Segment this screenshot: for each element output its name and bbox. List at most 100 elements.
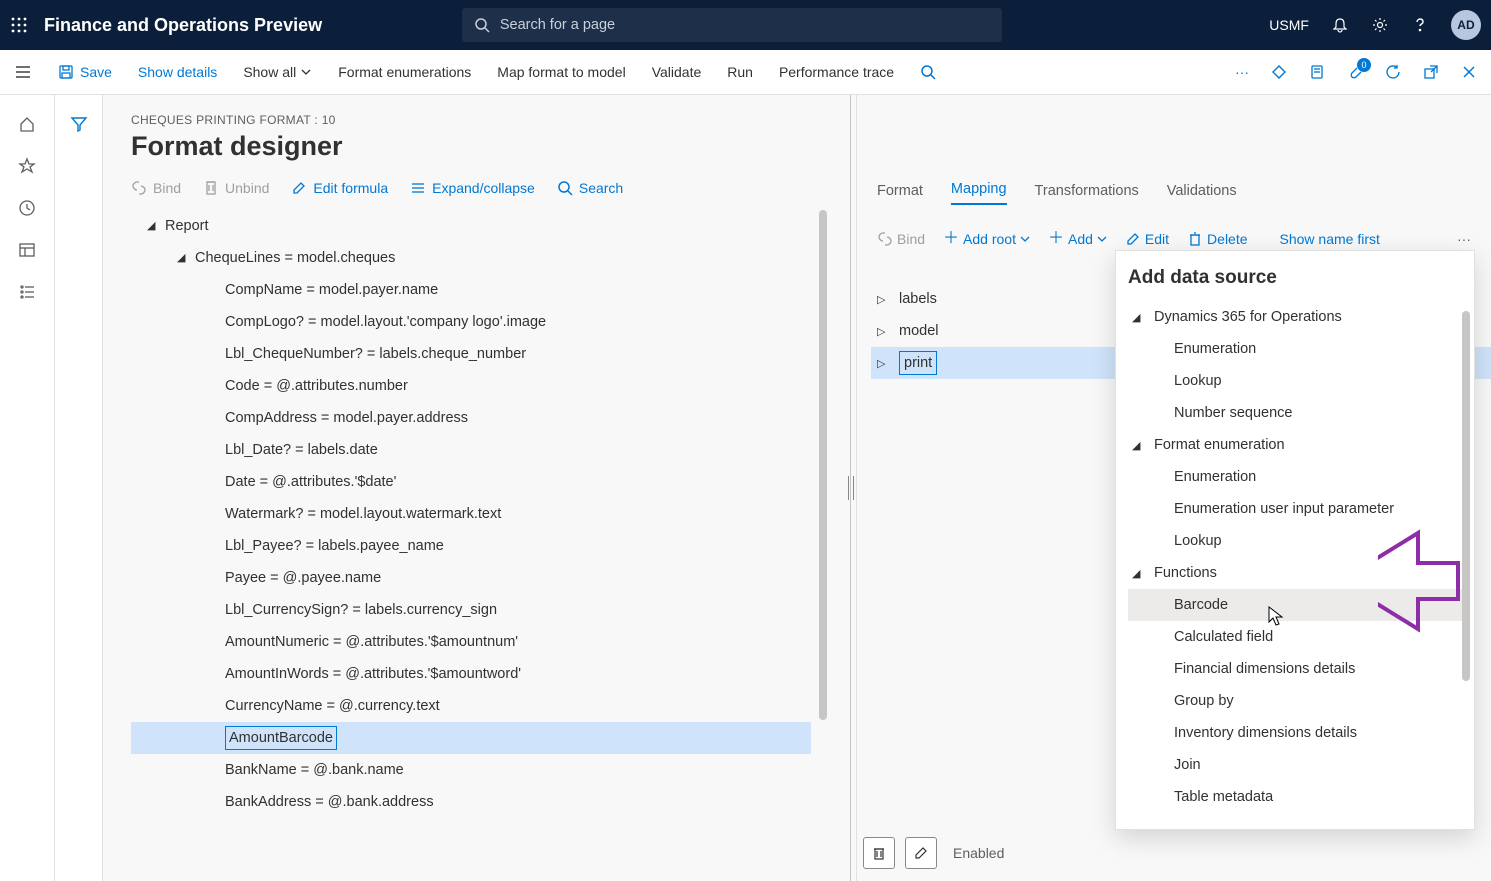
format-enumerations-button[interactable]: Format enumerations [338, 64, 471, 80]
popup-item[interactable]: Number sequence [1128, 397, 1470, 429]
popup-item[interactable]: Enumeration [1128, 333, 1470, 365]
tree-search-button[interactable]: Search [557, 180, 623, 196]
tree-row[interactable]: CompName = model.payer.name [131, 274, 811, 306]
star-icon[interactable] [18, 157, 36, 175]
global-search-input[interactable]: Search for a page [462, 8, 1002, 42]
save-button[interactable]: Save [58, 64, 112, 80]
help-icon[interactable] [1411, 16, 1429, 34]
tree-row[interactable]: Code = @.attributes.number [131, 370, 811, 402]
popup-item[interactable]: Join [1128, 749, 1470, 781]
footer-delete-button[interactable] [863, 837, 895, 869]
tab-mapping[interactable]: Mapping [951, 181, 1007, 205]
tree-row[interactable]: Watermark? = model.layout.watermark.text [131, 498, 811, 530]
attachments-icon[interactable]: 0 [1347, 64, 1363, 80]
clock-icon[interactable] [18, 199, 36, 217]
show-details-button[interactable]: Show details [138, 64, 217, 80]
tree-row[interactable]: Lbl_Date? = labels.date [131, 434, 811, 466]
app-title: Finance and Operations Preview [44, 15, 322, 36]
left-pane: CHEQUES PRINTING FORMAT : 10 Format desi… [103, 95, 845, 881]
hamburger-icon[interactable] [14, 63, 32, 81]
popup-item[interactable]: Inventory dimensions details [1128, 717, 1470, 749]
expander-icon[interactable]: ◢ [1132, 439, 1144, 452]
search-cmd-icon[interactable] [920, 64, 936, 80]
bell-icon[interactable] [1331, 16, 1349, 34]
datasource-label: labels [899, 291, 937, 307]
bind-button[interactable]: Bind [131, 180, 181, 196]
more-icon[interactable]: ··· [1235, 64, 1249, 80]
workspace-icon[interactable] [18, 241, 36, 259]
expander-icon[interactable]: ◢ [1132, 567, 1144, 580]
popup-group-label: Functions [1154, 565, 1217, 581]
run-button[interactable]: Run [727, 64, 753, 80]
list-icon[interactable] [18, 283, 36, 301]
tree-row[interactable]: CompAddress = model.payer.address [131, 402, 811, 434]
tab-format[interactable]: Format [877, 183, 923, 205]
popup-item[interactable]: Enumeration [1128, 461, 1470, 493]
tree-row[interactable]: Lbl_ChequeNumber? = labels.cheque_number [131, 338, 811, 370]
tree-row[interactable]: BankName = @.bank.name [131, 754, 811, 786]
tree-node-label: Lbl_Date? = labels.date [225, 434, 378, 466]
expander-icon[interactable]: ◢ [177, 242, 195, 274]
popup-item[interactable]: Lookup [1128, 365, 1470, 397]
tree-row[interactable]: Lbl_Payee? = labels.payee_name [131, 530, 811, 562]
expander-icon[interactable]: ▷ [877, 325, 889, 338]
edit-formula-button[interactable]: Edit formula [291, 180, 388, 196]
validate-button[interactable]: Validate [652, 64, 702, 80]
filter-icon[interactable] [70, 115, 88, 133]
tree-row[interactable]: ◢Report [131, 210, 811, 242]
expander-icon[interactable]: ▷ [877, 357, 889, 370]
expand-collapse-button[interactable]: Expand/collapse [410, 180, 535, 196]
show-all-dropdown[interactable]: Show all [243, 64, 312, 80]
tree-row[interactable]: Date = @.attributes.'$date' [131, 466, 811, 498]
performance-trace-button[interactable]: Performance trace [779, 64, 894, 80]
popup-group[interactable]: ◢Format enumeration [1128, 429, 1470, 461]
show-name-first-button[interactable]: Show name first [1280, 231, 1380, 247]
add-root-dropdown[interactable]: ＋Add root [943, 231, 1030, 247]
waffle-icon[interactable] [10, 16, 28, 34]
popup-item[interactable]: Table metadata [1128, 781, 1470, 813]
expander-icon[interactable]: ▷ [877, 293, 889, 306]
unbind-button[interactable]: Unbind [203, 180, 269, 196]
tree-row[interactable]: AmountInWords = @.attributes.'$amountwor… [131, 658, 811, 690]
refresh-icon[interactable] [1385, 64, 1401, 80]
vertical-splitter[interactable] [845, 95, 856, 881]
tree-node-label: BankName = @.bank.name [225, 754, 404, 786]
right-pane: Format Mapping Transformations Validatio… [856, 95, 1491, 881]
popup-group-label: Dynamics 365 for Operations [1154, 309, 1342, 325]
avatar[interactable]: AD [1451, 10, 1481, 40]
r-more-icon[interactable]: ··· [1457, 231, 1471, 247]
company-code[interactable]: USMF [1269, 17, 1309, 33]
add-dropdown[interactable]: ＋Add [1048, 231, 1107, 247]
right-footer: Enabled [857, 837, 1491, 869]
r-delete-button[interactable]: Delete [1187, 231, 1247, 247]
tree-row[interactable]: Lbl_CurrencySign? = labels.currency_sign [131, 594, 811, 626]
popup-group[interactable]: ◢ Dynamics 365 for Operations [1128, 301, 1470, 333]
r-edit-button[interactable]: Edit [1125, 231, 1169, 247]
tree-row[interactable]: AmountNumeric = @.attributes.'$amountnum… [131, 626, 811, 658]
document-icon[interactable] [1309, 64, 1325, 80]
tree-row[interactable]: CurrencyName = @.currency.text [131, 690, 811, 722]
tree-node-label: Payee = @.payee.name [225, 562, 381, 594]
right-tabs: Format Mapping Transformations Validatio… [871, 175, 1237, 205]
search-placeholder: Search for a page [500, 17, 615, 33]
format-tree[interactable]: ◢Report◢ChequeLines = model.chequesCompN… [131, 210, 829, 865]
map-format-button[interactable]: Map format to model [497, 64, 625, 80]
tree-row[interactable]: Payee = @.payee.name [131, 562, 811, 594]
home-icon[interactable] [18, 115, 36, 133]
gear-icon[interactable] [1371, 16, 1389, 34]
tree-row[interactable]: CompLogo? = model.layout.'company logo'.… [131, 306, 811, 338]
tab-validations[interactable]: Validations [1167, 183, 1237, 205]
expander-icon[interactable]: ◢ [1132, 311, 1144, 324]
diamond-icon[interactable] [1271, 64, 1287, 80]
tab-transformations[interactable]: Transformations [1035, 183, 1139, 205]
tree-scrollbar[interactable] [819, 210, 827, 720]
expander-icon[interactable]: ◢ [147, 210, 165, 242]
footer-edit-button[interactable] [905, 837, 937, 869]
tree-row[interactable]: BankAddress = @.bank.address [131, 786, 811, 818]
tree-row[interactable]: AmountBarcode [131, 722, 811, 754]
tree-row[interactable]: ◢ChequeLines = model.cheques [131, 242, 811, 274]
close-icon[interactable] [1461, 64, 1477, 80]
r-bind-button[interactable]: Bind [877, 231, 925, 247]
popout-icon[interactable] [1423, 64, 1439, 80]
popup-item[interactable]: Group by [1128, 685, 1470, 717]
